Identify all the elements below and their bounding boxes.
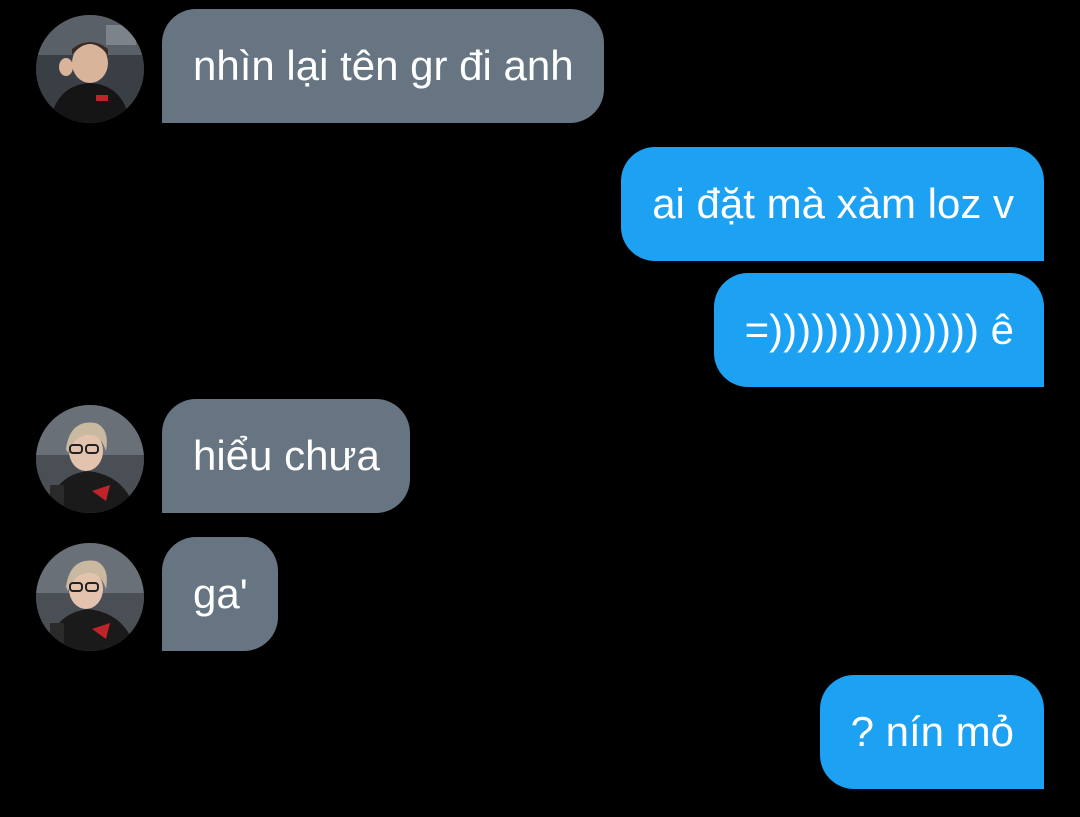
message-bubble-outgoing[interactable]: ? nín mỏ — [819, 675, 1044, 789]
message-text: ? nín mỏ — [850, 708, 1014, 755]
message-text: ga' — [193, 570, 248, 617]
message-bubble-incoming[interactable]: nhìn lại tên gr đi anh — [162, 9, 604, 123]
message-text: hiểu chưa — [193, 432, 380, 479]
sender-avatar[interactable] — [36, 405, 144, 513]
chat-thread: nhìn lại tên gr đi anh ai đặt mà xàm loz… — [0, 0, 1080, 817]
message-text: nhìn lại tên gr đi anh — [193, 42, 574, 89]
avatar-image — [36, 15, 144, 123]
message-bubble-incoming[interactable]: hiểu chưa — [162, 399, 410, 513]
avatar-image — [36, 405, 144, 513]
sender-avatar[interactable] — [36, 543, 144, 651]
avatar-image — [36, 543, 144, 651]
message-text: =))))))))))))))) ê — [744, 306, 1014, 353]
sender-avatar[interactable] — [36, 15, 144, 123]
message-bubble-incoming[interactable]: ga' — [162, 537, 278, 651]
message-bubble-outgoing[interactable]: =))))))))))))))) ê — [713, 273, 1044, 387]
message-text: ai đặt mà xàm loz v — [652, 180, 1014, 227]
message-bubble-outgoing[interactable]: ai đặt mà xàm loz v — [621, 147, 1044, 261]
